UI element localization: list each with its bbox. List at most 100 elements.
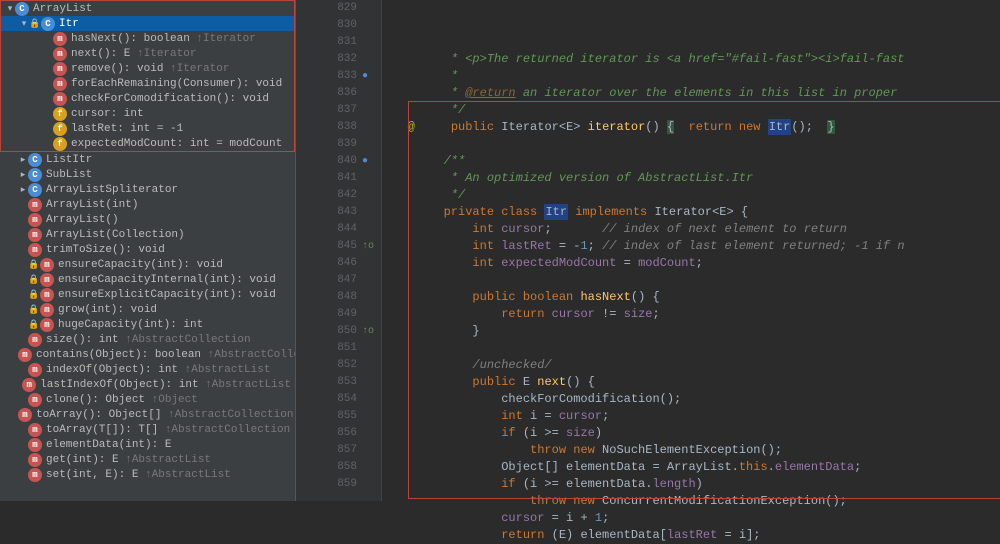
tree-item[interactable]: fexpectedModCount: int = modCount (1, 136, 294, 151)
code-line[interactable]: /** (386, 153, 1000, 170)
method-icon: m (53, 92, 67, 106)
tree-label: ensureCapacity(int): void (58, 259, 223, 271)
code-line[interactable]: int cursor; // index of next element to … (386, 221, 1000, 238)
method-icon: m (28, 198, 42, 212)
method-icon: m (28, 393, 42, 407)
tree-label: expectedModCount: int = modCount (71, 138, 282, 150)
tree-item[interactable]: 🔒mensureCapacityInternal(int): void (0, 272, 295, 287)
tree-label: forEachRemaining(Consumer): void (71, 78, 282, 90)
method-icon: m (28, 363, 42, 377)
tree-item[interactable]: mcheckForComodification(): void (1, 91, 294, 106)
tree-item[interactable]: m remove(): void ↑Iterator (1, 61, 294, 76)
code-line[interactable] (386, 340, 1000, 357)
tree-label: next(): E ↑Iterator (71, 48, 196, 60)
code-line[interactable]: } (386, 323, 1000, 340)
tree-label: size(): int ↑AbstractCollection (46, 334, 251, 346)
code-line[interactable]: cursor = i + 1; (386, 510, 1000, 527)
tree-label: ensureCapacityInternal(int): void (58, 274, 276, 286)
code-line[interactable]: throw new NoSuchElementException(); (386, 442, 1000, 459)
tree-label: cursor: int (71, 108, 144, 120)
method-icon: m (28, 333, 42, 347)
code-line[interactable]: return (E) elementData[lastRet = i]; (386, 527, 1000, 544)
code-line[interactable] (386, 136, 1000, 153)
code-line[interactable]: if (i >= size) (386, 425, 1000, 442)
method-icon: m (40, 303, 54, 317)
code-editor[interactable]: 829 830 831 832 833 836 837 838 839 840 … (296, 0, 1000, 501)
gutter-mark-icon[interactable]: ↑o (362, 323, 374, 340)
gutter-mark-icon[interactable]: ● (362, 68, 368, 85)
tree-item[interactable]: mArrayList(Collection) (0, 227, 295, 242)
tree-item[interactable]: mget(int): E ↑AbstractList (0, 452, 295, 467)
tree-item[interactable]: 🔒mhugeCapacity(int): int (0, 317, 295, 332)
tree-label: hasNext(): boolean ↑Iterator (71, 33, 256, 45)
code-line[interactable]: int expectedModCount = modCount; (386, 255, 1000, 272)
code-line[interactable]: * An optimized version of AbstractList.I… (386, 170, 1000, 187)
code-line[interactable]: int lastRet = -1; // index of last eleme… (386, 238, 1000, 255)
tree-item[interactable]: mArrayList() (0, 212, 295, 227)
lock-icon: 🔒 (28, 275, 38, 285)
tree-item[interactable]: mtoArray(): Object[] ↑AbstractCollection (0, 407, 295, 422)
tree-item[interactable]: 🔒mensureCapacity(int): void (0, 257, 295, 272)
tree-item[interactable]: mtrimToSize(): void (0, 242, 295, 257)
tree-label: set(int, E): E ↑AbstractList (46, 469, 231, 481)
tree-label: trimToSize(): void (46, 244, 165, 256)
tree-item[interactable]: melementData(int): E (0, 437, 295, 452)
tree-item[interactable]: mtoArray(T[]): T[] ↑AbstractCollection (0, 422, 295, 437)
tree-item[interactable]: mcontains(Object): boolean ↑AbstractColl… (0, 347, 295, 362)
code-line[interactable]: throw new ConcurrentModificationExceptio… (386, 493, 1000, 510)
tree-item[interactable]: 🔒mensureExplicitCapacity(int): void (0, 287, 295, 302)
structure-tree[interactable]: ▾CArrayList▾🔒CItrmhasNext(): boolean ↑It… (0, 0, 296, 501)
method-icon: m (28, 213, 42, 227)
code-line[interactable]: int i = cursor; (386, 408, 1000, 425)
tree-item[interactable]: flastRet: int = -1 (1, 121, 294, 136)
tree-item[interactable]: 🔒mgrow(int): void (0, 302, 295, 317)
tree-item[interactable]: ▸CListItr (0, 152, 295, 167)
caret-icon[interactable]: ▸ (18, 155, 28, 165)
caret-icon[interactable]: ▸ (18, 185, 28, 195)
method-icon: m (53, 62, 67, 76)
tree-item[interactable]: mnext(): E ↑Iterator (1, 46, 294, 61)
code-line[interactable] (386, 272, 1000, 289)
class-icon: C (15, 2, 29, 16)
chevron-down-icon[interactable]: ▾ (19, 19, 29, 29)
code-line[interactable]: */ (386, 187, 1000, 204)
tree-item[interactable]: ▸CArrayListSpliterator (0, 182, 295, 197)
tree-item[interactable]: m indexOf(Object): int ↑AbstractList (0, 362, 295, 377)
tree-item-selected[interactable]: ▾🔒CItr (1, 16, 294, 31)
code-line[interactable]: @ public Iterator<E> iterator() { return… (386, 119, 1000, 136)
code-line[interactable]: /unchecked/ (386, 357, 1000, 374)
tree-item[interactable]: mArrayList(int) (0, 197, 295, 212)
tree-item[interactable]: m size(): int ↑AbstractCollection (0, 332, 295, 347)
code-line[interactable]: return cursor != size; (386, 306, 1000, 323)
tree-root[interactable]: ▾CArrayList (1, 1, 294, 16)
tree-item[interactable]: mclone(): Object ↑Object (0, 392, 295, 407)
code-line[interactable]: public E next() { (386, 374, 1000, 391)
chevron-down-icon[interactable]: ▾ (5, 4, 15, 14)
code-line[interactable]: if (i >= elementData.length) (386, 476, 1000, 493)
code-line[interactable]: * @return an iterator over the elements … (386, 85, 1000, 102)
lock-icon: 🔒 (29, 19, 39, 29)
tree-item[interactable]: mhasNext(): boolean ↑Iterator (1, 31, 294, 46)
class-icon: C (41, 17, 55, 31)
code-line[interactable]: public boolean hasNext() { (386, 289, 1000, 306)
tree-item[interactable]: mlastIndexOf(Object): int ↑AbstractList (0, 377, 295, 392)
tree-item[interactable]: fcursor: int (1, 106, 294, 121)
tree-label: ArrayListSpliterator (46, 184, 178, 196)
caret-icon[interactable]: ▸ (18, 170, 28, 180)
tree-item[interactable]: mforEachRemaining(Consumer): void (1, 76, 294, 91)
code-line[interactable]: Object[] elementData = ArrayList.this.el… (386, 459, 1000, 476)
code-line[interactable]: * (386, 68, 1000, 85)
code-line[interactable]: * <p>The returned iterator is <a href="#… (386, 51, 1000, 68)
tree-item[interactable]: ▸CSubList (0, 167, 295, 182)
gutter-mark-icon[interactable]: ↑o (362, 238, 374, 255)
tree-label: indexOf(Object): int ↑AbstractList (46, 364, 270, 376)
code-line[interactable]: private class Itr implements Iterator<E>… (386, 204, 1000, 221)
code-area[interactable]: * <p>The returned iterator is <a href="#… (382, 0, 1000, 501)
tree-label: hugeCapacity(int): int (58, 319, 203, 331)
code-line[interactable]: checkForComodification(); (386, 391, 1000, 408)
tree-label: remove(): void ↑Iterator (71, 63, 229, 75)
method-icon: m (40, 288, 54, 302)
gutter-mark-icon[interactable]: ● (362, 153, 368, 170)
code-line[interactable]: */ (386, 102, 1000, 119)
tree-item[interactable]: mset(int, E): E ↑AbstractList (0, 467, 295, 482)
